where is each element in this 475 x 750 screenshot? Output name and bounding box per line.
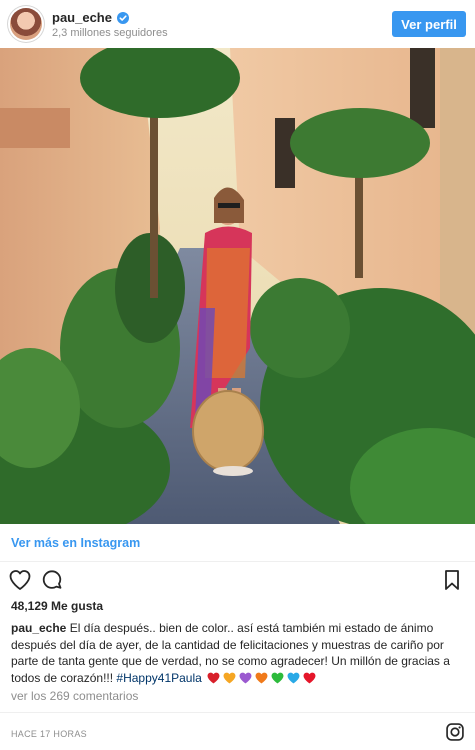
followers-count: 2,3 millones seguidores xyxy=(52,27,168,39)
view-profile-button[interactable]: Ver perfil xyxy=(392,11,466,37)
view-more-bar: Ver más en Instagram xyxy=(0,524,475,562)
verified-badge-icon xyxy=(116,11,129,24)
photo-illustration xyxy=(0,48,475,524)
heart-emoji-icon xyxy=(239,672,252,684)
heart-icon[interactable] xyxy=(8,568,32,592)
bookmark-icon[interactable] xyxy=(440,568,464,592)
likes-count[interactable]: 48,129 Me gusta xyxy=(11,599,103,613)
heart-emojis xyxy=(207,672,316,684)
username[interactable]: pau_eche xyxy=(52,10,112,25)
heart-emoji-icon xyxy=(303,672,316,684)
post-actions xyxy=(0,566,475,594)
heart-emoji-icon xyxy=(255,672,268,684)
instagram-logo-icon[interactable] xyxy=(445,722,465,742)
heart-emoji-icon xyxy=(287,672,300,684)
view-comments-link[interactable]: ver los 269 comentarios xyxy=(11,689,138,703)
instagram-embed-card: pau_eche 2,3 millones seguidores Ver per… xyxy=(0,0,475,750)
comment-icon[interactable] xyxy=(40,568,64,592)
caption-hashtag[interactable]: #Happy41Paula xyxy=(116,671,201,685)
caption-username[interactable]: pau_eche xyxy=(11,621,66,635)
post-caption: pau_eche El día después.. bien de color.… xyxy=(11,620,467,686)
avatar[interactable] xyxy=(10,8,42,40)
username-row: pau_eche xyxy=(52,10,129,25)
heart-emoji-icon xyxy=(207,672,220,684)
post-footer: HACE 17 HORAS xyxy=(0,712,475,750)
timestamp: HACE 17 HORAS xyxy=(11,729,87,739)
view-more-instagram-link[interactable]: Ver más en Instagram xyxy=(11,536,140,550)
heart-emoji-icon xyxy=(223,672,236,684)
heart-emoji-icon xyxy=(271,672,284,684)
post-header: pau_eche 2,3 millones seguidores Ver per… xyxy=(0,0,475,48)
post-photo[interactable] xyxy=(0,48,475,524)
